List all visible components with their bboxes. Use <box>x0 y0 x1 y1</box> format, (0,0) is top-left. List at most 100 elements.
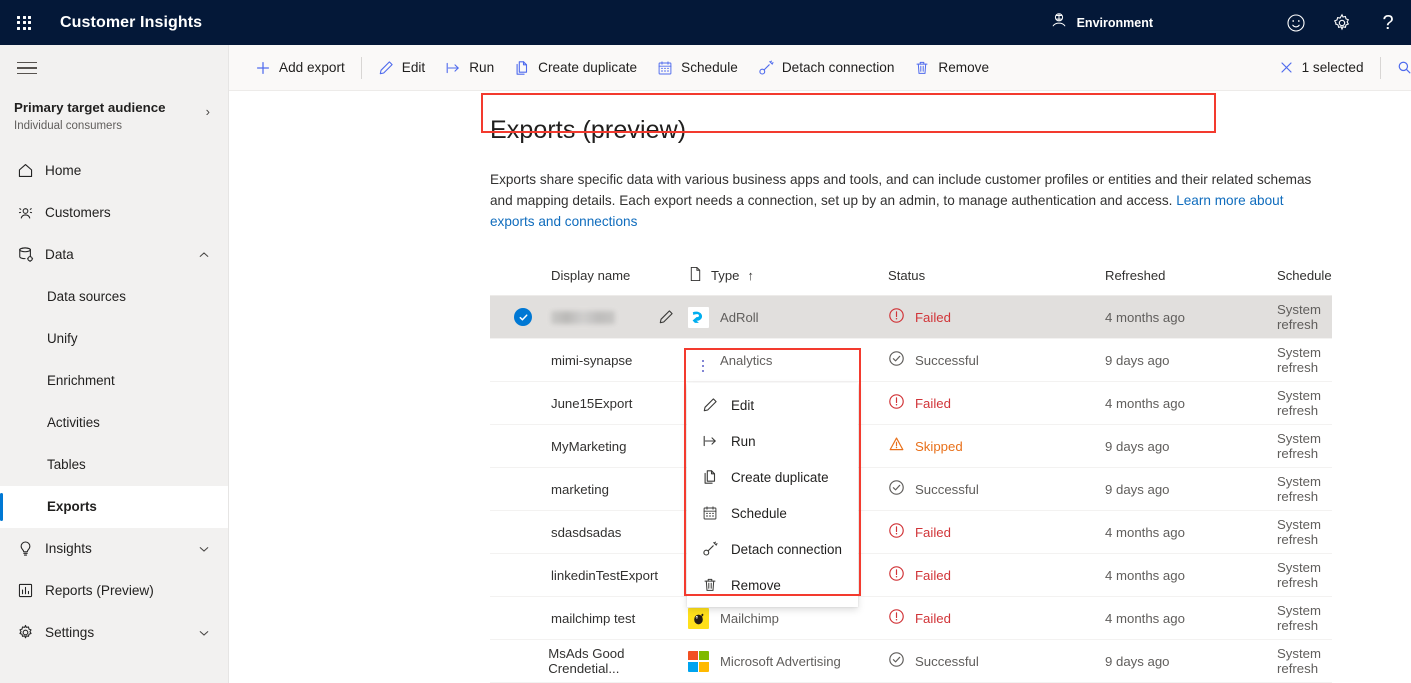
table-row[interactable]: marketingMarketing (OutSuccessful9 days … <box>490 468 1332 512</box>
close-x-icon <box>1279 60 1294 75</box>
success-icon <box>888 479 905 499</box>
error-icon <box>888 565 905 585</box>
column-header-status[interactable]: Status <box>888 268 1105 283</box>
sort-ascending-icon: ↑ <box>747 268 754 284</box>
table-row[interactable]: mimi-synapse Analytics Successful 9 days ag… <box>490 339 1332 383</box>
table-row[interactable]: June15Export Failed 4 months ago System ref… <box>490 382 1332 426</box>
search-input[interactable]: Search <box>1387 50 1411 86</box>
sidebar-item-label: Data <box>45 247 74 263</box>
command-add-export-button[interactable]: Add export <box>245 50 355 86</box>
status-label: Successful <box>915 653 979 669</box>
cell-display-name <box>490 308 688 327</box>
command-detach-connection-button[interactable]: Detach connection <box>748 50 905 86</box>
context-menu-schedule[interactable]: Schedule <box>687 495 858 531</box>
sidebar-item-unify[interactable]: Unify <box>0 318 228 360</box>
sidebar-item-settings[interactable]: Settings <box>0 612 228 654</box>
environment-selector[interactable]: Environment <box>1050 11 1153 34</box>
context-menu-label: Run <box>731 433 756 449</box>
chevron-down-icon[interactable] <box>198 627 210 639</box>
sidebar-item-customers[interactable]: Customers <box>0 192 228 234</box>
cell-display-name: marketing <box>490 482 688 497</box>
nav-collapse-button[interactable] <box>0 45 228 91</box>
context-menu-create-duplicate[interactable]: Create duplicate <box>687 459 858 495</box>
column-label: Refreshed <box>1105 268 1166 284</box>
sidebar-item-data[interactable]: Data <box>0 234 228 276</box>
column-header-refreshed[interactable]: Refreshed <box>1105 268 1277 283</box>
checkbox-checked-icon[interactable] <box>514 308 532 327</box>
column-header-schedule[interactable]: Schedule <box>1277 268 1332 283</box>
chevron-down-icon[interactable] <box>198 543 210 555</box>
environment-label: Environment <box>1076 15 1153 30</box>
status-label: Failed <box>915 524 951 540</box>
cell-display-name: mimi-synapse <box>490 353 688 368</box>
cell-status: Failed <box>888 522 1105 542</box>
table-row[interactable]: linkedinTestExportinLinkedIn AdsFailed4 … <box>490 554 1332 598</box>
pencil-icon <box>378 60 394 76</box>
context-menu-edit[interactable]: Edit <box>687 387 858 423</box>
sidebar-item-enrichment[interactable]: Enrichment <box>0 360 228 402</box>
sidebar-item-reports-preview[interactable]: Reports (Preview) <box>0 570 228 612</box>
help-question-icon[interactable]: ? <box>1365 0 1411 45</box>
table-row[interactable]: MsAds Good Crendetial... Microsoft Advert… <box>490 640 1332 683</box>
table-row[interactable]: mailchimp test Mailchimp Failed 4 months ag… <box>490 597 1332 641</box>
type-label: Microsoft Advertising <box>720 653 841 669</box>
cell-schedule: System refresh <box>1277 388 1321 419</box>
command-create-duplicate-button[interactable]: Create duplicate <box>504 50 647 86</box>
status-label: Successful <box>915 352 979 368</box>
sidebar-item-label: Enrichment <box>47 373 115 389</box>
command-remove-button[interactable]: Remove <box>904 50 999 86</box>
column-header-type[interactable]: Type ↑ <box>688 266 888 285</box>
selected-count-label: 1 selected <box>1301 60 1364 75</box>
copy-icon <box>701 469 718 485</box>
success-icon <box>888 350 905 370</box>
row-checkbox[interactable] <box>490 308 551 327</box>
sidebar-item-label: Activities <box>47 415 100 431</box>
context-menu-remove[interactable]: Remove <box>687 567 858 603</box>
app-launcher-icon[interactable] <box>0 15 48 30</box>
display-name-label: MyMarketing <box>551 438 627 454</box>
feedback-smiley-icon[interactable] <box>1273 0 1319 45</box>
kebab-more-icon[interactable] <box>692 354 714 378</box>
reports-chart-icon <box>17 582 45 599</box>
settings-gear-icon[interactable] <box>1319 0 1365 45</box>
sidebar-item-label: Home <box>45 163 82 179</box>
sidebar-nav: Home Customers Data Data sources Unify Enrich… <box>0 150 228 654</box>
primary-target-audience-selector[interactable]: Primary target audience Individual consu… <box>0 91 228 144</box>
sidebar-item-data-sources[interactable]: Data sources <box>0 276 228 318</box>
table-header-row: Display name Type ↑ Status Refreshed Sch… <box>490 256 1332 297</box>
trash-icon <box>914 60 930 76</box>
command-label: Add export <box>279 60 345 75</box>
sidebar-item-home[interactable]: Home <box>0 150 228 192</box>
command-bar-right: 1 selected Search <box>1269 50 1411 86</box>
sidebar-item-exports[interactable]: Exports <box>0 485 228 528</box>
row-edit-pencil-icon[interactable] <box>658 309 674 325</box>
sidebar-item-activities[interactable]: Activities <box>0 402 228 444</box>
clear-selection-button[interactable]: 1 selected <box>1269 50 1374 86</box>
cell-type: Mailchimp <box>688 607 888 629</box>
table-row[interactable]: AdRoll Failed 4 months ago System refresh <box>490 296 1332 340</box>
error-icon <box>888 393 905 413</box>
command-edit-button[interactable]: Edit <box>368 50 435 86</box>
command-bar: Add export Edit Run Create duplicate Schedul… <box>229 45 1411 91</box>
command-run-button[interactable]: Run <box>435 50 504 86</box>
cell-refreshed: 9 days ago <box>1105 481 1170 497</box>
chevron-right-icon: › <box>205 104 210 119</box>
adroll-logo-icon <box>688 306 709 328</box>
command-schedule-button[interactable]: Schedule <box>647 50 748 86</box>
detach-link-icon <box>758 60 774 76</box>
chevron-up-icon[interactable] <box>198 249 210 261</box>
context-menu-detach-connection[interactable]: Detach connection <box>687 531 858 567</box>
cell-status: Failed <box>888 307 1105 327</box>
cell-display-name: June15Export <box>490 396 688 411</box>
sidebar-item-insights[interactable]: Insights <box>0 528 228 570</box>
context-menu-run[interactable]: Run <box>687 423 858 459</box>
cell-display-name: sdasdsadas <box>490 525 688 540</box>
cell-status: Failed <box>888 565 1105 585</box>
column-header-display-name[interactable]: Display name <box>490 268 688 283</box>
sidebar-item-tables[interactable]: Tables <box>0 444 228 486</box>
table-row[interactable]: MyMarketingMarketing (OutSkipped9 days a… <box>490 425 1332 469</box>
table-row[interactable]: sdasdsadas Failed 4 months ago System refre… <box>490 511 1332 555</box>
display-name-label: mailchimp test <box>551 610 636 626</box>
status-label: Failed <box>915 567 951 583</box>
command-label: Edit <box>401 60 426 75</box>
